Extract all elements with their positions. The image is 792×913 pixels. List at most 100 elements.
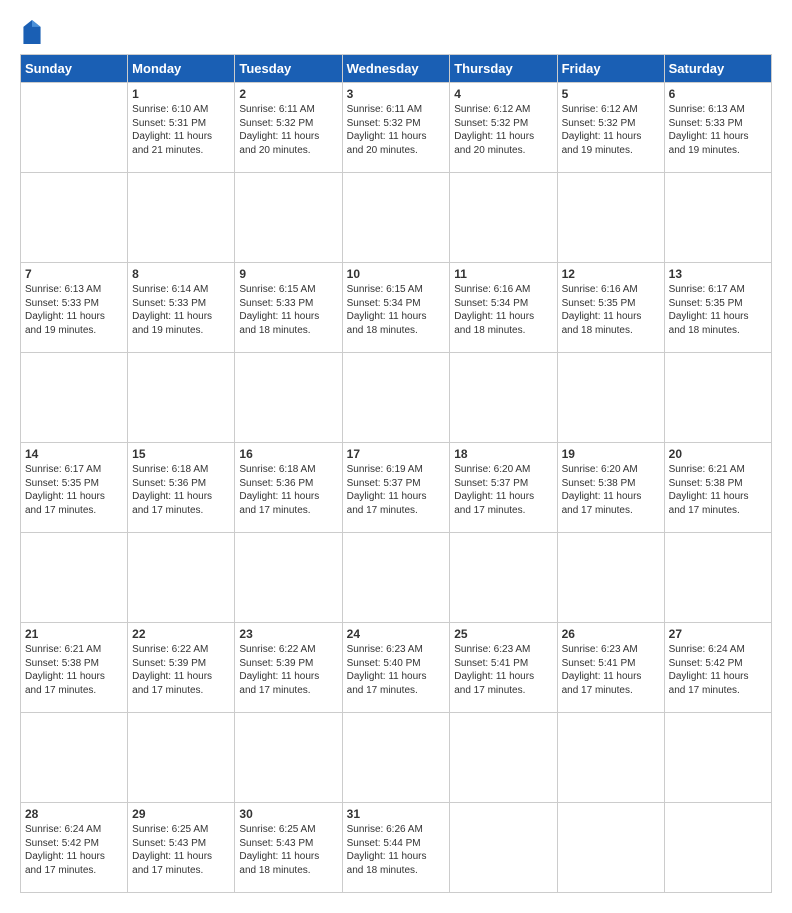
sunset-text: Sunset: 5:36 PM: [132, 477, 230, 491]
daylight-text: Daylight: 11 hours and 18 minutes.: [239, 310, 337, 337]
calendar-cell: 16 Sunrise: 6:18 AM Sunset: 5:36 PM Dayl…: [235, 443, 342, 533]
sunset-text: Sunset: 5:32 PM: [454, 117, 552, 131]
sunrise-text: Sunrise: 6:10 AM: [132, 103, 230, 117]
day-info: Sunrise: 6:14 AM Sunset: 5:33 PM Dayligh…: [132, 283, 230, 337]
day-info: Sunrise: 6:23 AM Sunset: 5:41 PM Dayligh…: [454, 643, 552, 697]
day-number: 21: [25, 627, 123, 641]
daylight-text: Daylight: 11 hours and 20 minutes.: [347, 130, 446, 157]
day-info: Sunrise: 6:20 AM Sunset: 5:37 PM Dayligh…: [454, 463, 552, 517]
calendar-cell: [664, 803, 771, 893]
day-info: Sunrise: 6:18 AM Sunset: 5:36 PM Dayligh…: [239, 463, 337, 517]
day-number: 10: [347, 267, 446, 281]
calendar-cell: 5 Sunrise: 6:12 AM Sunset: 5:32 PM Dayli…: [557, 83, 664, 173]
daylight-text: Daylight: 11 hours and 17 minutes.: [25, 850, 123, 877]
day-number: 20: [669, 447, 767, 461]
day-number: 25: [454, 627, 552, 641]
daylight-text: Daylight: 11 hours and 18 minutes.: [239, 850, 337, 877]
sunset-text: Sunset: 5:38 PM: [562, 477, 660, 491]
sunrise-text: Sunrise: 6:25 AM: [239, 823, 337, 837]
sunrise-text: Sunrise: 6:19 AM: [347, 463, 446, 477]
week-separator: [21, 533, 772, 623]
sunset-text: Sunset: 5:41 PM: [454, 657, 552, 671]
calendar-cell: 26 Sunrise: 6:23 AM Sunset: 5:41 PM Dayl…: [557, 623, 664, 713]
day-info: Sunrise: 6:24 AM Sunset: 5:42 PM Dayligh…: [25, 823, 123, 877]
day-info: Sunrise: 6:25 AM Sunset: 5:43 PM Dayligh…: [132, 823, 230, 877]
day-of-week-header: Friday: [557, 55, 664, 83]
day-number: 31: [347, 807, 446, 821]
calendar-cell: [450, 803, 557, 893]
calendar-cell: 17 Sunrise: 6:19 AM Sunset: 5:37 PM Dayl…: [342, 443, 450, 533]
sunset-text: Sunset: 5:41 PM: [562, 657, 660, 671]
daylight-text: Daylight: 11 hours and 19 minutes.: [669, 130, 767, 157]
daylight-text: Daylight: 11 hours and 17 minutes.: [669, 670, 767, 697]
day-number: 13: [669, 267, 767, 281]
sunset-text: Sunset: 5:32 PM: [239, 117, 337, 131]
day-info: Sunrise: 6:13 AM Sunset: 5:33 PM Dayligh…: [25, 283, 123, 337]
daylight-text: Daylight: 11 hours and 17 minutes.: [132, 850, 230, 877]
daylight-text: Daylight: 11 hours and 19 minutes.: [562, 130, 660, 157]
sunset-text: Sunset: 5:33 PM: [669, 117, 767, 131]
calendar-cell: 14 Sunrise: 6:17 AM Sunset: 5:35 PM Dayl…: [21, 443, 128, 533]
sunset-text: Sunset: 5:42 PM: [25, 837, 123, 851]
calendar-cell: 4 Sunrise: 6:12 AM Sunset: 5:32 PM Dayli…: [450, 83, 557, 173]
sunset-text: Sunset: 5:32 PM: [562, 117, 660, 131]
sunset-text: Sunset: 5:43 PM: [132, 837, 230, 851]
daylight-text: Daylight: 11 hours and 21 minutes.: [132, 130, 230, 157]
calendar-table: SundayMondayTuesdayWednesdayThursdayFrid…: [20, 54, 772, 893]
calendar-cell: 10 Sunrise: 6:15 AM Sunset: 5:34 PM Dayl…: [342, 263, 450, 353]
day-info: Sunrise: 6:24 AM Sunset: 5:42 PM Dayligh…: [669, 643, 767, 697]
calendar-header-row: SundayMondayTuesdayWednesdayThursdayFrid…: [21, 55, 772, 83]
day-number: 28: [25, 807, 123, 821]
day-number: 12: [562, 267, 660, 281]
calendar-cell: 3 Sunrise: 6:11 AM Sunset: 5:32 PM Dayli…: [342, 83, 450, 173]
day-number: 22: [132, 627, 230, 641]
calendar-cell: 2 Sunrise: 6:11 AM Sunset: 5:32 PM Dayli…: [235, 83, 342, 173]
day-of-week-header: Tuesday: [235, 55, 342, 83]
week-separator: [21, 173, 772, 263]
day-number: 18: [454, 447, 552, 461]
day-info: Sunrise: 6:20 AM Sunset: 5:38 PM Dayligh…: [562, 463, 660, 517]
day-number: 3: [347, 87, 446, 101]
day-number: 16: [239, 447, 337, 461]
daylight-text: Daylight: 11 hours and 19 minutes.: [132, 310, 230, 337]
day-number: 26: [562, 627, 660, 641]
sunrise-text: Sunrise: 6:18 AM: [132, 463, 230, 477]
day-number: 7: [25, 267, 123, 281]
day-info: Sunrise: 6:26 AM Sunset: 5:44 PM Dayligh…: [347, 823, 446, 877]
daylight-text: Daylight: 11 hours and 17 minutes.: [239, 490, 337, 517]
sunrise-text: Sunrise: 6:17 AM: [25, 463, 123, 477]
sunrise-text: Sunrise: 6:25 AM: [132, 823, 230, 837]
daylight-text: Daylight: 11 hours and 17 minutes.: [562, 490, 660, 517]
day-info: Sunrise: 6:13 AM Sunset: 5:33 PM Dayligh…: [669, 103, 767, 157]
sunrise-text: Sunrise: 6:18 AM: [239, 463, 337, 477]
daylight-text: Daylight: 11 hours and 18 minutes.: [562, 310, 660, 337]
sunrise-text: Sunrise: 6:21 AM: [669, 463, 767, 477]
day-info: Sunrise: 6:21 AM Sunset: 5:38 PM Dayligh…: [25, 643, 123, 697]
calendar-cell: 13 Sunrise: 6:17 AM Sunset: 5:35 PM Dayl…: [664, 263, 771, 353]
calendar-cell: 1 Sunrise: 6:10 AM Sunset: 5:31 PM Dayli…: [128, 83, 235, 173]
daylight-text: Daylight: 11 hours and 17 minutes.: [347, 670, 446, 697]
sunrise-text: Sunrise: 6:20 AM: [454, 463, 552, 477]
day-number: 14: [25, 447, 123, 461]
sunrise-text: Sunrise: 6:11 AM: [347, 103, 446, 117]
sunset-text: Sunset: 5:33 PM: [132, 297, 230, 311]
calendar-cell: 29 Sunrise: 6:25 AM Sunset: 5:43 PM Dayl…: [128, 803, 235, 893]
day-info: Sunrise: 6:18 AM Sunset: 5:36 PM Dayligh…: [132, 463, 230, 517]
calendar-cell: 30 Sunrise: 6:25 AM Sunset: 5:43 PM Dayl…: [235, 803, 342, 893]
day-of-week-header: Thursday: [450, 55, 557, 83]
sunset-text: Sunset: 5:39 PM: [239, 657, 337, 671]
sunrise-text: Sunrise: 6:26 AM: [347, 823, 446, 837]
daylight-text: Daylight: 11 hours and 20 minutes.: [239, 130, 337, 157]
sunset-text: Sunset: 5:40 PM: [347, 657, 446, 671]
sunset-text: Sunset: 5:35 PM: [25, 477, 123, 491]
day-info: Sunrise: 6:16 AM Sunset: 5:34 PM Dayligh…: [454, 283, 552, 337]
day-info: Sunrise: 6:12 AM Sunset: 5:32 PM Dayligh…: [562, 103, 660, 157]
day-info: Sunrise: 6:16 AM Sunset: 5:35 PM Dayligh…: [562, 283, 660, 337]
day-number: 30: [239, 807, 337, 821]
sunrise-text: Sunrise: 6:23 AM: [562, 643, 660, 657]
calendar-cell: [21, 83, 128, 173]
calendar-week-row: 1 Sunrise: 6:10 AM Sunset: 5:31 PM Dayli…: [21, 83, 772, 173]
calendar-cell: 18 Sunrise: 6:20 AM Sunset: 5:37 PM Dayl…: [450, 443, 557, 533]
calendar-cell: 25 Sunrise: 6:23 AM Sunset: 5:41 PM Dayl…: [450, 623, 557, 713]
daylight-text: Daylight: 11 hours and 18 minutes.: [454, 310, 552, 337]
